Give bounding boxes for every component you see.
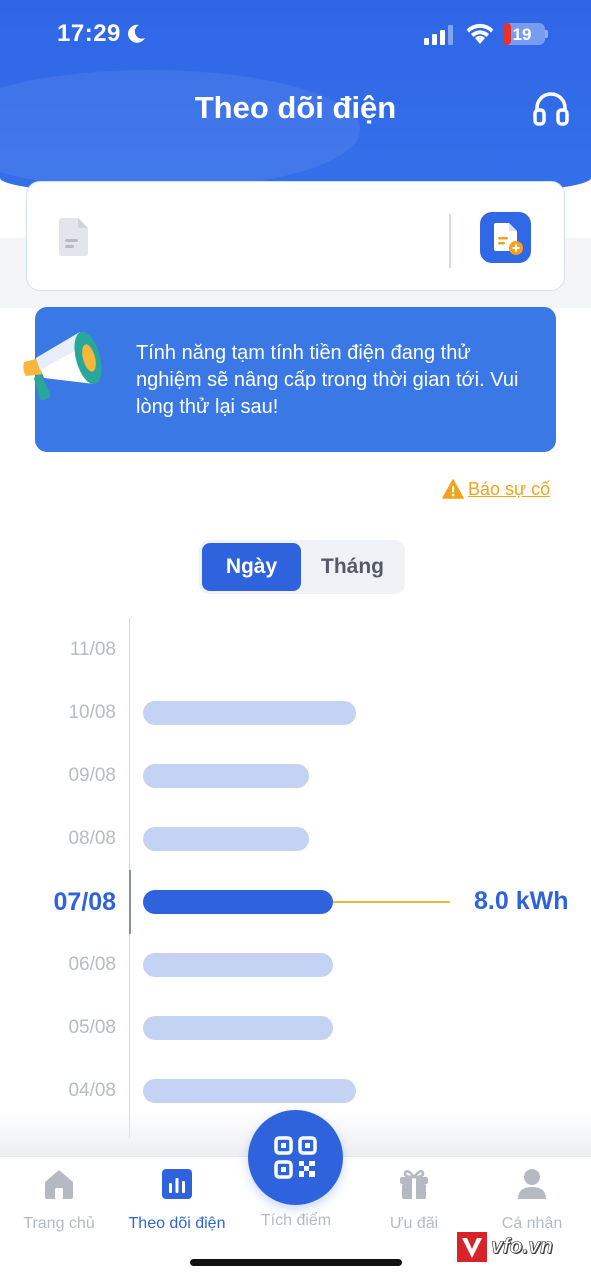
warning-icon (442, 479, 464, 499)
moon-icon (128, 24, 145, 43)
usage-bar[interactable] (143, 827, 309, 851)
nav-home[interactable]: Trang chủ (0, 1167, 118, 1233)
card-divider (449, 214, 451, 268)
usage-bar[interactable] (143, 1016, 333, 1040)
date-label[interactable]: 09/08 (0, 765, 116, 787)
user-icon (518, 1169, 546, 1199)
status-time: 17:29 (57, 20, 121, 47)
date-label[interactable]: 11/08 (0, 639, 116, 661)
notice-text: Tính năng tạm tính tiền điện đang thử ng… (136, 342, 519, 418)
date-label[interactable]: 05/08 (0, 1017, 116, 1039)
watermark-logo: vfo.vn (457, 1232, 571, 1262)
add-account-button[interactable] (480, 212, 531, 263)
nav-offers-label: Ưu đãi (389, 1215, 439, 1232)
usage-bar[interactable] (143, 764, 309, 788)
home-icon (45, 1170, 73, 1199)
page-title: Theo dõi điện (194, 90, 397, 125)
period-toggle: Ngày Tháng (199, 540, 405, 594)
scan-qr-button[interactable] (248, 1110, 343, 1205)
date-label[interactable]: 06/08 (0, 954, 116, 976)
nav-points-label: Tích điểm (260, 1212, 332, 1229)
usage-bar[interactable] (143, 701, 357, 725)
report-issue-link[interactable]: Báo sự cố (442, 476, 550, 502)
header-wave-decoration (0, 70, 360, 190)
nav-electricity[interactable]: Theo dõi điện (118, 1167, 236, 1233)
megaphone-icon (23, 331, 102, 401)
wifi-icon (466, 23, 494, 44)
nav-offers[interactable]: Ưu đãi (355, 1167, 473, 1233)
battery-percent: 19 (512, 25, 532, 44)
gift-icon (400, 1169, 428, 1199)
document-icon (59, 218, 88, 256)
battery-icon: 19 (503, 23, 545, 45)
selected-axis-tick (129, 870, 131, 934)
add-document-icon (494, 223, 523, 255)
date-label[interactable]: 10/08 (0, 702, 116, 724)
tab-day[interactable]: Ngày (202, 543, 301, 591)
nav-profile-label: Cá nhân (501, 1215, 563, 1232)
headset-icon[interactable] (532, 90, 570, 128)
nav-home-label: Trang chủ (23, 1215, 95, 1232)
home-indicator (190, 1259, 402, 1266)
date-label[interactable]: 08/08 (0, 828, 116, 850)
usage-bar[interactable] (143, 890, 333, 914)
date-label[interactable]: 04/08 (0, 1080, 116, 1102)
watermark-text: vfo.vn (491, 1235, 553, 1259)
selected-marker-line (332, 901, 450, 903)
battery-tip (545, 30, 548, 38)
watermark-v-icon (457, 1232, 487, 1262)
signal-icon (424, 25, 453, 45)
usage-bar[interactable] (143, 1079, 357, 1103)
usage-bar[interactable] (143, 953, 333, 977)
qr-code-icon (274, 1136, 317, 1179)
status-bar: 17:29 19 (0, 0, 591, 70)
account-card[interactable] (26, 181, 565, 291)
selected-value-label: 8.0 kWh (474, 887, 569, 915)
nav-electricity-label: Theo dõi điện (128, 1215, 226, 1232)
tab-month[interactable]: Tháng (303, 543, 402, 591)
report-issue-label: Báo sự cố (468, 478, 551, 499)
nav-profile[interactable]: Cá nhân (473, 1167, 591, 1233)
chart-icon (162, 1169, 192, 1199)
date-label[interactable]: 07/08 (0, 888, 116, 917)
